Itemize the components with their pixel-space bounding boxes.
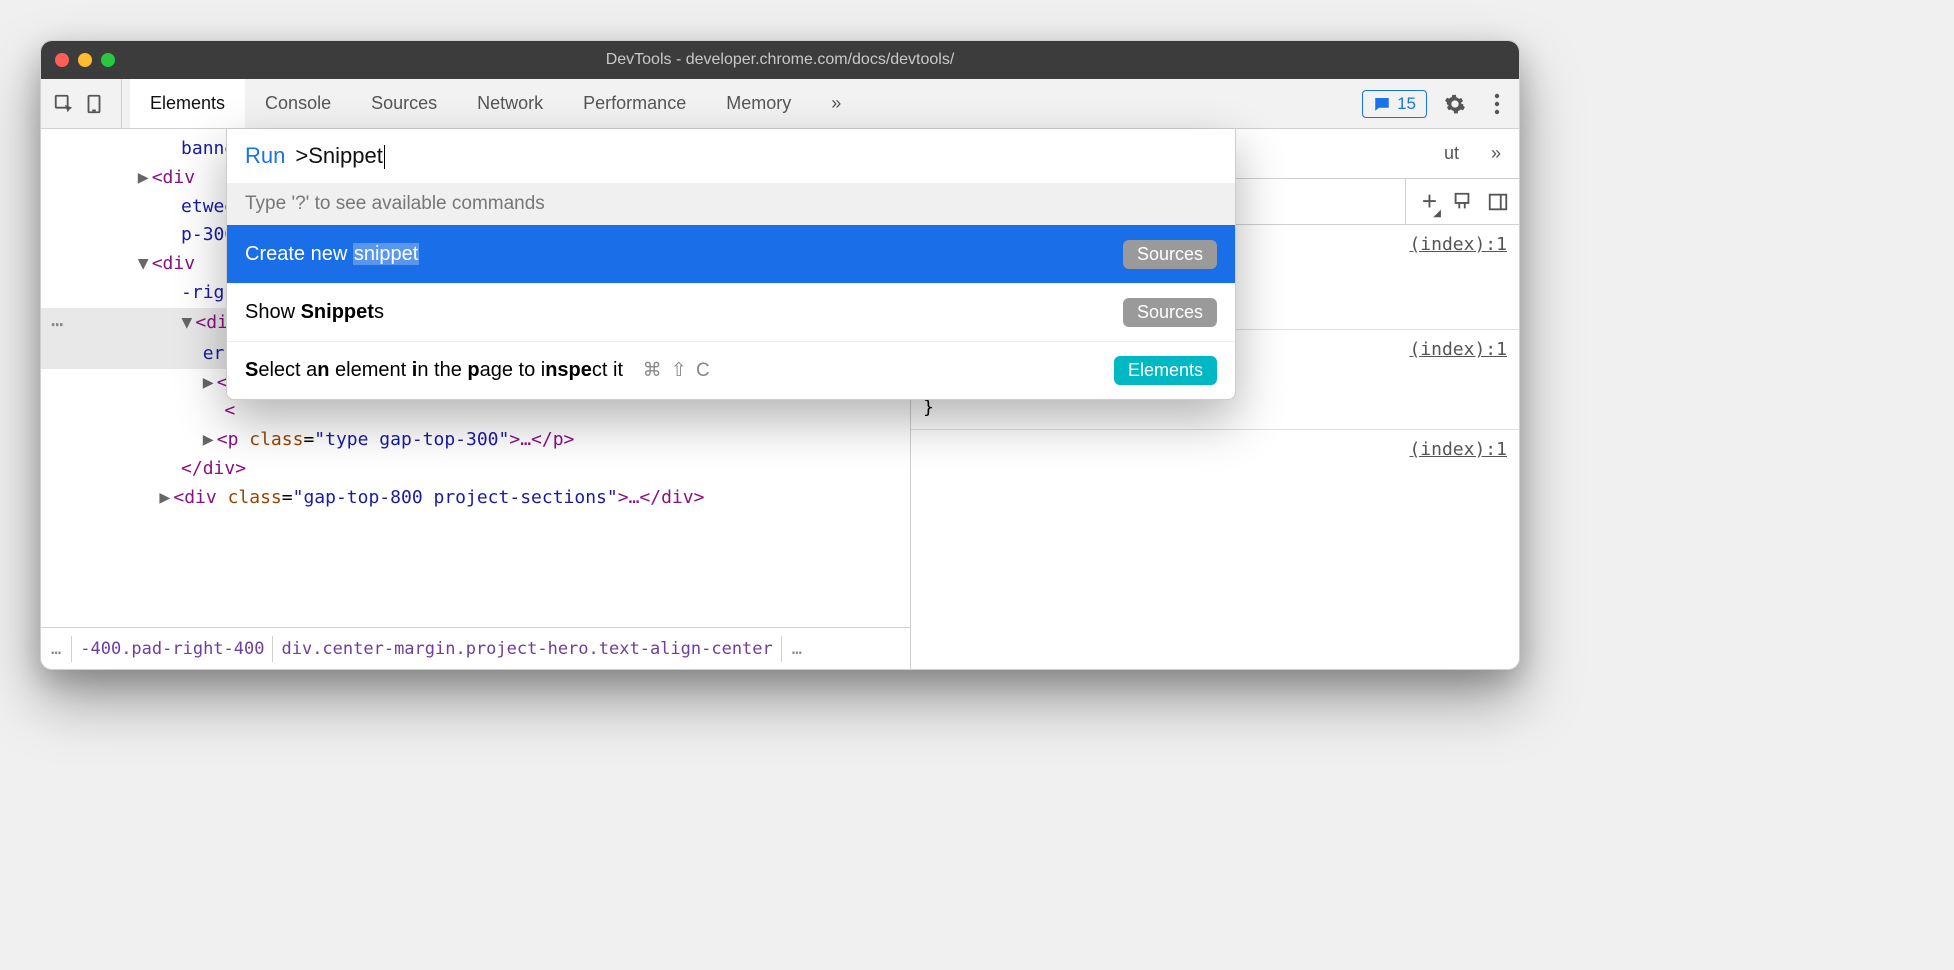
tab-network[interactable]: Network bbox=[457, 79, 563, 128]
tab-console[interactable]: Console bbox=[245, 79, 351, 128]
window-title: DevTools - developer.chrome.com/docs/dev… bbox=[41, 51, 1519, 69]
more-button[interactable] bbox=[1483, 93, 1511, 115]
inspect-icon[interactable] bbox=[49, 89, 79, 119]
source-link[interactable]: (index):1 bbox=[1409, 436, 1507, 465]
toggle-sidebar-button[interactable] bbox=[1487, 191, 1509, 213]
issues-badge[interactable]: 15 bbox=[1362, 90, 1427, 118]
brush-icon bbox=[1451, 191, 1473, 213]
toggle-classes-button[interactable] bbox=[1451, 191, 1473, 213]
content-area: banne ▶<div etwee p-300 ▼<div -righ ⋯ ▼<… bbox=[41, 129, 1519, 669]
minimize-window-button[interactable] bbox=[78, 53, 92, 67]
tab-performance[interactable]: Performance bbox=[563, 79, 706, 128]
add-rule-button[interactable]: +◢ bbox=[1422, 186, 1437, 217]
breadcrumb-overflow-right[interactable]: … bbox=[782, 639, 812, 659]
maximize-window-button[interactable] bbox=[101, 53, 115, 67]
command-shortcut: ⌘ ⇧ C bbox=[643, 360, 712, 381]
device-toggle-icon[interactable] bbox=[79, 89, 109, 119]
command-query: >Snippet bbox=[295, 143, 384, 169]
breadcrumb[interactable]: … -400.pad-right-400 div.center-margin.p… bbox=[41, 627, 910, 669]
breadcrumb-seg-2[interactable]: div.center-margin.project-hero.text-alig… bbox=[273, 639, 780, 659]
tab-memory[interactable]: Memory bbox=[706, 79, 811, 128]
titlebar: DevTools - developer.chrome.com/docs/dev… bbox=[41, 41, 1519, 79]
issues-count: 15 bbox=[1397, 94, 1416, 114]
tab-elements[interactable]: Elements bbox=[130, 79, 245, 128]
command-badge: Sources bbox=[1123, 240, 1217, 269]
ellipsis-icon: ⋯ bbox=[41, 308, 73, 340]
settings-button[interactable] bbox=[1441, 93, 1469, 115]
command-prefix: Run bbox=[245, 143, 285, 169]
issues-icon bbox=[1373, 95, 1391, 113]
close-window-button[interactable] bbox=[55, 53, 69, 67]
breadcrumb-seg-1[interactable]: -400.pad-right-400 bbox=[72, 639, 272, 659]
command-input-row[interactable]: Run >Snippet bbox=[227, 129, 1235, 183]
source-link[interactable]: (index):1 bbox=[1409, 231, 1507, 260]
command-menu: Run >Snippet Type '?' to see available c… bbox=[226, 129, 1236, 400]
panel-tabs: Elements Console Sources Network Perform… bbox=[130, 79, 861, 128]
source-link[interactable]: (index):1 bbox=[1409, 336, 1507, 365]
command-hint: Type '?' to see available commands bbox=[227, 183, 1235, 225]
tab-sources[interactable]: Sources bbox=[351, 79, 457, 128]
devtools-window: DevTools - developer.chrome.com/docs/dev… bbox=[40, 40, 1520, 670]
traffic-lights bbox=[55, 53, 115, 67]
side-tab-overflow[interactable]: » bbox=[1483, 143, 1509, 164]
kebab-icon bbox=[1494, 93, 1500, 115]
main-tabbar: Elements Console Sources Network Perform… bbox=[41, 79, 1519, 129]
breadcrumb-overflow-left[interactable]: … bbox=[41, 639, 71, 659]
side-tab-partial[interactable]: ut bbox=[1436, 143, 1467, 164]
command-badge: Sources bbox=[1123, 298, 1217, 327]
tab-overflow[interactable]: » bbox=[811, 79, 861, 128]
gear-icon bbox=[1444, 93, 1466, 115]
panel-icon bbox=[1487, 191, 1509, 213]
command-item-create-snippet[interactable]: Create new snippet Sources bbox=[227, 225, 1235, 283]
command-item-show-snippets[interactable]: Show Snippets Sources bbox=[227, 283, 1235, 341]
command-badge: Elements bbox=[1114, 356, 1217, 385]
command-item-select-element[interactable]: Select an element in the page to inspect… bbox=[227, 341, 1235, 399]
